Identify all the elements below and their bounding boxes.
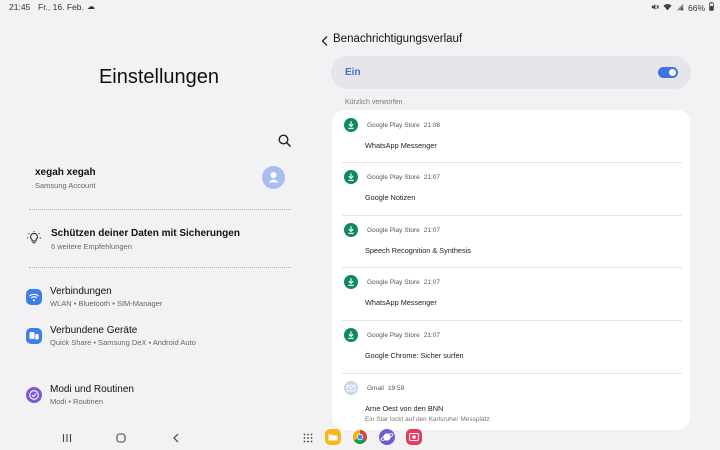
recents-button[interactable]: [61, 431, 73, 443]
devices-icon: [26, 328, 42, 344]
settings-title: Einstellungen: [98, 66, 220, 88]
notification-text: WhatsApp Messenger: [365, 141, 437, 150]
status-time: 21:45: [9, 2, 31, 12]
page-title: Benachrichtigungsverlauf: [333, 33, 463, 45]
settings-item-title: Verbindungen: [50, 286, 112, 297]
notification-text: Google Chrome: Sicher surfen: [365, 351, 464, 360]
notification-app: Google Play Store 21:07: [367, 174, 441, 181]
status-right: 66%: [651, 2, 714, 13]
notification-text: Speech Recognition & Synthesis: [365, 246, 471, 255]
divider: [29, 267, 291, 268]
suggestion-title: Schützen deiner Daten mit Sicherungen: [51, 228, 240, 239]
chrome-icon: [353, 430, 367, 444]
recents-icon: [62, 434, 72, 442]
list-item[interactable]: Google Play Store 21:07 Google Notizen: [332, 162, 690, 214]
chevron-left-icon: [321, 36, 328, 46]
internet-app[interactable]: [379, 429, 395, 445]
cloud-icon: ☁: [87, 2, 95, 11]
signal-icon: [676, 3, 684, 13]
back-nav-button[interactable]: [170, 431, 182, 443]
notification-history-pane: Benachrichtigungsverlauf Ein Kürzlich ve…: [318, 14, 720, 430]
wifi-status-icon: [663, 3, 672, 13]
download-icon: [344, 328, 358, 342]
search-button[interactable]: [277, 133, 293, 149]
list-item[interactable]: Gmail 19:59 Arne Oest von den BNN Ein Sta…: [332, 373, 690, 430]
notification-app: Google Play Store 21:07: [367, 279, 441, 286]
list-item[interactable]: Google Play Store 21:07 Google Chrome: Si…: [332, 320, 690, 372]
person-icon: [268, 172, 279, 183]
notification-text: WhatsApp Messenger: [365, 298, 437, 307]
switch-knob: [669, 69, 676, 76]
battery-level: 66%: [687, 2, 705, 13]
download-icon: [344, 223, 358, 237]
settings-item-subtitle: Quick Share • Samsung DeX • Android Auto: [50, 338, 196, 347]
list-item[interactable]: Google Play Store 21:07 WhatsApp Messenge…: [332, 267, 690, 319]
home-button[interactable]: [115, 431, 127, 443]
notification-text: Arne Oest von den BNN: [365, 404, 444, 413]
account-name: xegah xegah: [35, 167, 96, 178]
notification-app: Google Play Store 21:08: [367, 122, 441, 129]
my-files-app[interactable]: [325, 429, 341, 445]
settings-pane: Einstellungen xegah xegah Samsung Accoun…: [0, 14, 318, 424]
lightbulb-icon: [27, 231, 41, 245]
wifi-icon: [26, 289, 42, 305]
section-label: Kürzlich verworfen: [345, 99, 403, 106]
status-date: Fr., 16. Feb.: [38, 2, 84, 12]
planet-icon: [380, 433, 394, 441]
chrome-app[interactable]: [352, 429, 368, 445]
modes-icon: [26, 387, 42, 403]
home-icon: [116, 433, 126, 443]
settings-item-title: Modi und Routinen: [50, 384, 134, 395]
notification-preview: Ein Star lockt auf den Karlsruher Messpl…: [365, 416, 490, 423]
screen: 21:45 Fr., 16. Feb. ☁ 66% Einstellungen: [0, 0, 720, 450]
screen-recorder-app[interactable]: [406, 429, 422, 445]
download-icon: [344, 170, 358, 184]
camera-icon: [408, 432, 420, 442]
settings-item-subtitle: WLAN • Bluetooth • SIM-Manager: [50, 299, 163, 308]
toggle-label: Ein: [345, 67, 361, 78]
notification-app: Google Play Store 21:07: [367, 332, 441, 339]
settings-item-subtitle: Modi • Routinen: [50, 397, 104, 406]
notification-app: Gmail 19:59: [367, 385, 405, 392]
avatar[interactable]: [262, 166, 285, 189]
download-icon: [344, 275, 358, 289]
search-icon: [278, 134, 292, 148]
mute-icon: [651, 3, 660, 13]
notification-app: Google Play Store 21:07: [367, 227, 441, 234]
battery-icon: [709, 2, 714, 13]
history-switch[interactable]: [658, 67, 678, 78]
notification-list: Google Play Store 21:08 WhatsApp Messenge…: [332, 110, 690, 430]
list-item[interactable]: Google Play Store 21:07 Speech Recognitio…: [332, 215, 690, 267]
settings-item-verbundene-geraete[interactable]: Verbundene Geräte Quick Share • Samsung …: [26, 325, 291, 353]
apps-grid-icon: [303, 433, 313, 443]
navigation-bar: [0, 424, 720, 450]
history-toggle-row[interactable]: Ein: [331, 56, 691, 89]
gmail-icon: [344, 381, 358, 395]
account-type: Samsung Account: [35, 181, 96, 190]
status-bar: 21:45 Fr., 16. Feb. ☁ 66%: [0, 0, 720, 14]
samsung-account[interactable]: xegah xegah Samsung Account: [35, 167, 96, 190]
back-button[interactable]: [318, 34, 332, 48]
back-icon: [173, 433, 179, 443]
divider: [29, 209, 291, 210]
suggestion-subtitle: 6 weitere Empfehlungen: [51, 242, 132, 251]
list-item[interactable]: Google Play Store 21:08 WhatsApp Messenge…: [332, 110, 690, 162]
app-drawer-button[interactable]: [302, 431, 314, 443]
folder-icon: [328, 434, 338, 441]
settings-item-modi-und-routinen[interactable]: Modi und Routinen Modi • Routinen: [26, 384, 291, 412]
notification-text: Google Notizen: [365, 193, 416, 202]
download-icon: [344, 118, 358, 132]
settings-item-title: Verbundene Geräte: [50, 325, 138, 336]
settings-item-verbindungen[interactable]: Verbindungen WLAN • Bluetooth • SIM-Mana…: [26, 286, 291, 314]
